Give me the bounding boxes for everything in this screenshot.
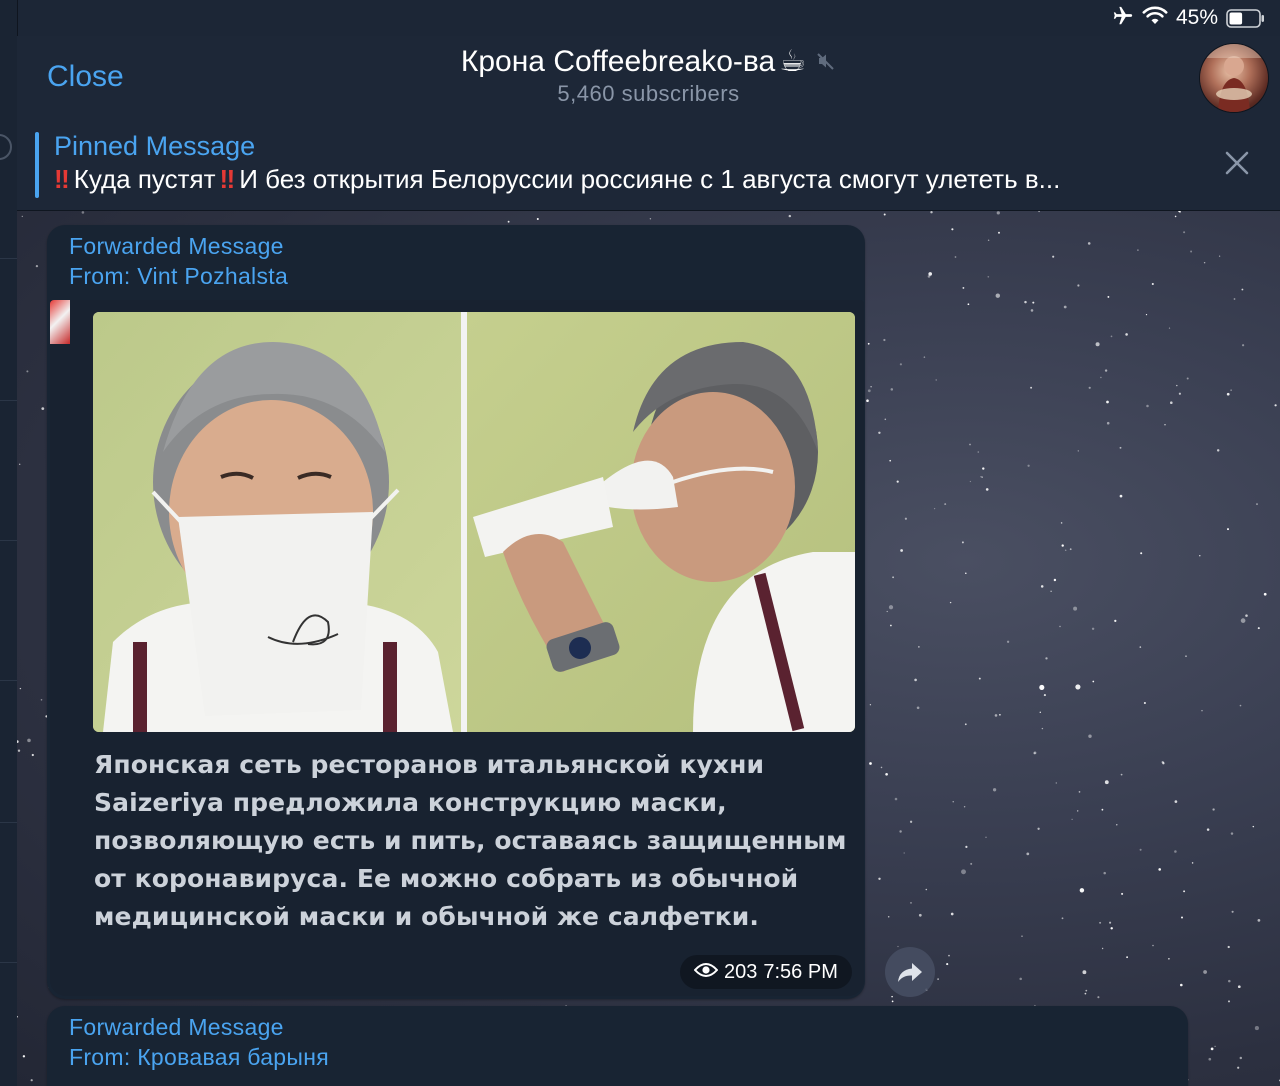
pinned-accent-line [35,132,39,198]
chat-list-divider [0,962,17,963]
message-bubble[interactable]: Forwarded Message From: Кровавая барыня [47,1006,1188,1086]
chat-area[interactable]: Forwarded Message From: Vint Pozhalsta Я… [17,211,1280,1086]
view-count: 203 [724,960,758,983]
forwarded-from-link[interactable]: From: Vint Pozhalsta [69,263,288,290]
share-arrow-icon [898,963,922,982]
battery-percent: 45% [1175,6,1218,29]
chat-list-divider [0,400,17,401]
forwarded-label: Forwarded Message [69,1014,284,1040]
media-corner-decoration [50,300,70,344]
chat-list-divider [0,822,17,823]
chat-list-edge [0,0,18,1086]
message-time: 7:56 PM [763,960,838,983]
forwarded-label: Forwarded Message [69,233,284,259]
chat-list-avatar-edge [0,134,12,160]
chat-list-divider [0,680,17,681]
pinned-message-bar[interactable]: Pinned Message ‼ Куда пустят ‼ И без открыт… [17,120,1280,211]
status-bar: 45% [880,0,1280,36]
double-exclamation-emoji: ‼ [219,164,236,194]
channel-avatar[interactable] [1200,44,1268,112]
mask-photo [93,312,855,732]
pinned-label: Pinned Message [54,131,256,161]
message-caption: Японская сеть ресторанов итальянской кух… [94,750,847,931]
muted-speaker-icon [816,45,836,79]
double-exclamation-emoji: ‼ [54,164,70,194]
chat-list-divider [0,540,17,541]
wifi-icon [1142,6,1168,31]
share-button[interactable] [885,947,935,997]
pinned-preview: ‼ Куда пустят ‼ И без открытия Белоруссии р… [54,164,1214,195]
subscriber-count: 5,460 subscribers [557,81,740,106]
chat-list-divider [0,258,17,259]
channel-title: Крона Coffeebreako-ва ☕ [461,44,836,79]
coffee-emoji: ☕ [779,45,807,78]
telegram-channel-screen: 45% Close Крона Coffeebreako-ва ☕ 5,460 … [0,0,1280,1086]
channel-title-block[interactable]: Крона Coffeebreako-ва ☕ 5,460 subscriber… [17,44,1280,107]
forwarded-from-link[interactable]: From: Кровавая барыня [69,1044,329,1071]
battery-icon [1226,8,1266,28]
airplane-icon [1112,5,1134,32]
pinned-body: И без открытия Белоруссии россияне с 1 а… [239,164,1061,194]
eye-icon [693,961,719,984]
close-pinned-icon[interactable] [1224,150,1250,176]
photo-divider [461,312,467,732]
message-meta: 203 7:56 PM [680,955,852,989]
pinned-lead: Куда пустят [73,164,216,194]
message-media[interactable]: Японская сеть ресторанов итальянской кух… [50,300,864,996]
channel-name: Крона Coffeebreako-ва [460,44,776,78]
message-bubble[interactable]: Forwarded Message From: Vint Pozhalsta Я… [47,225,865,999]
channel-header: Close Крона Coffeebreako-ва ☕ 5,460 subs… [17,36,1280,121]
